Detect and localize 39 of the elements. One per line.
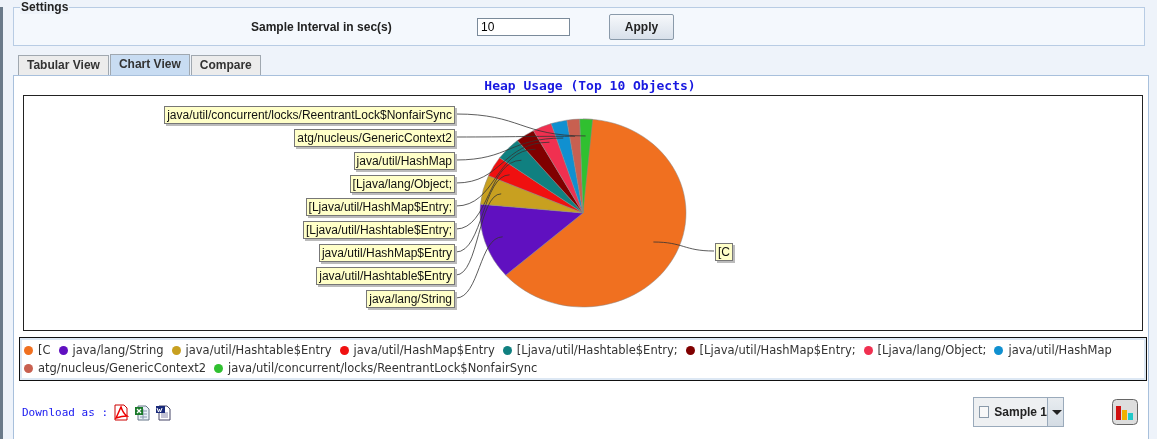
pdf-icon[interactable] <box>113 403 130 421</box>
callout-label: java/util/HashMap <box>353 152 455 170</box>
document-icon[interactable] <box>155 403 172 421</box>
callout-label: java/util/HashMap$Entry <box>318 244 455 262</box>
legend-label: java/util/HashMap$Entry <box>353 343 495 357</box>
callout-label: java/util/Hashtable$Entry <box>316 267 455 285</box>
callout-label: java/lang/String <box>366 290 455 308</box>
legend-label: [C <box>38 343 51 357</box>
interval-field[interactable]: 10 <box>477 17 570 36</box>
spreadsheet-icon[interactable] <box>134 403 151 421</box>
legend-label: [Ljava/util/Hashtable$Entry; <box>516 343 678 357</box>
leader-line <box>653 241 715 252</box>
leader-line <box>455 236 504 299</box>
callout-label: atg/nucleus/GenericContext2 <box>294 129 455 147</box>
legend-label: [Ljava/lang/Object; <box>877 343 987 357</box>
caret-icon[interactable] <box>1047 398 1063 426</box>
callout-label: java/util/concurrent/locks/ReentrantLock$NonfairSync <box>164 106 455 124</box>
checkbox[interactable] <box>979 406 990 418</box>
legend-label: java/lang/String <box>72 343 164 357</box>
tab[interactable]: Chart View <box>109 54 190 75</box>
section-title: Settings <box>20 0 70 14</box>
bar-chart-icon[interactable] <box>1112 399 1138 425</box>
legend-label: java/util/Hashtable$Entry <box>185 343 332 357</box>
legend-label: java/util/concurrent/locks/ReentrantLock$NonfairSync <box>228 361 538 375</box>
sample-dropdown[interactable]: Sample 1 <box>973 397 1064 427</box>
dropdown-label: Sample 1 <box>994 405 1047 419</box>
callout-label: [Ljava/util/Hashtable$Entry; <box>302 221 455 239</box>
apply-button[interactable]: Apply <box>609 13 674 40</box>
legend-label: [Ljava/util/HashMap$Entry; <box>699 343 856 357</box>
legend-label: java/util/HashMap <box>1008 343 1112 357</box>
tab[interactable]: Compare <box>190 55 261 75</box>
callout-label: [Ljava/lang/Object; <box>349 175 455 193</box>
chart-title: Heap Usage (Top 10 Objects) <box>483 77 697 93</box>
callout-label: [Ljava/util/HashMap$Entry; <box>305 198 455 216</box>
download-label: Download as : <box>22 405 109 419</box>
legend-label: atg/nucleus/GenericContext2 <box>38 361 207 375</box>
callout-label: [C <box>715 243 733 261</box>
field-label: Sample Interval in sec(s) <box>251 19 393 34</box>
tab[interactable]: Tabular View <box>18 55 109 75</box>
